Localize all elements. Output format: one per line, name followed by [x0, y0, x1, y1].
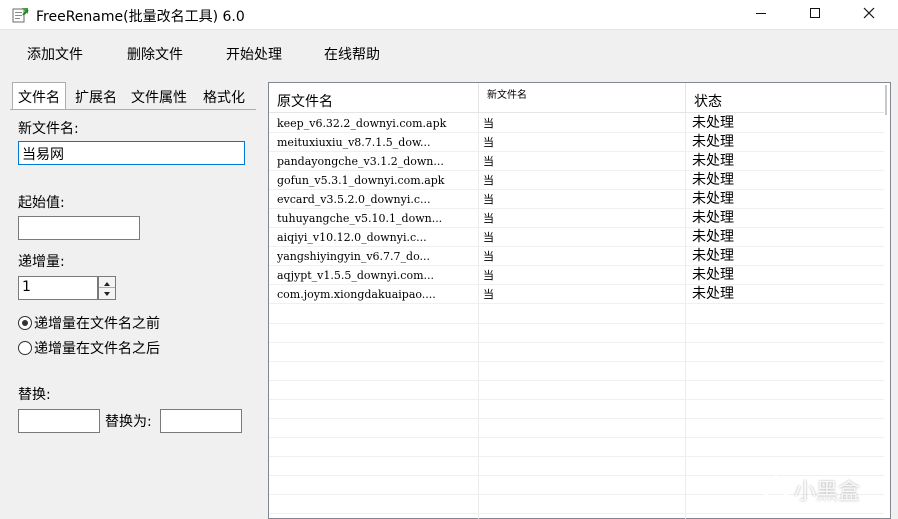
menu-delete-files[interactable]: 删除文件	[127, 44, 183, 64]
minimize-icon	[755, 7, 767, 23]
table-row[interactable]: aiqiyi_v10.12.0_downyi.c... 当 未处理	[269, 228, 884, 247]
grid-line	[269, 513, 884, 514]
replace-label: 替换:	[18, 387, 51, 403]
table-row[interactable]: com.joym.xiongdakuaipao.... 当 未处理	[269, 285, 884, 304]
cell-new: 当	[483, 155, 494, 168]
maximize-icon	[809, 7, 821, 23]
radio-before-label: 递增量在文件名之前	[34, 316, 160, 332]
table-row[interactable]: aqjypt_v1.5.5_downyi.com... 当 未处理	[269, 266, 884, 285]
start-value-label: 起始值:	[18, 195, 65, 211]
cell-original: com.joym.xiongdakuaipao....	[277, 288, 436, 301]
grid-line	[269, 380, 884, 381]
start-value-input[interactable]	[18, 216, 140, 240]
cell-new: 当	[483, 193, 494, 206]
scrollbar-thumb[interactable]	[885, 85, 887, 115]
cell-original: aiqiyi_v10.12.0_downyi.c...	[277, 231, 427, 244]
cell-original: yangshiyingyin_v6.7.7_do...	[277, 250, 430, 263]
cell-status: 未处理	[692, 229, 734, 245]
tab-filename[interactable]: 文件名	[12, 82, 66, 110]
radio-before-indicator[interactable]	[18, 316, 32, 330]
table-row[interactable]: pandayongche_v3.1.2_down... 当 未处理	[269, 152, 884, 171]
grid-line	[269, 399, 884, 400]
cell-status: 未处理	[692, 267, 734, 283]
cell-original: pandayongche_v3.1.2_down...	[277, 155, 444, 168]
table-row[interactable]: gofun_v5.3.1_downyi.com.apk 当 未处理	[269, 171, 884, 190]
grid-line	[269, 323, 884, 324]
cell-new: 当	[483, 250, 494, 263]
column-new-name[interactable]: 新文件名	[479, 83, 686, 113]
title-bar: FreeRename(批量改名工具) 6.0	[0, 0, 898, 30]
cell-status: 未处理	[692, 153, 734, 169]
cell-new: 当	[483, 174, 494, 187]
grid-line	[269, 361, 884, 362]
increment-spinner[interactable]	[98, 276, 116, 300]
file-list[interactable]: 原文件名 新文件名 状态 keep_v6.32.2_downyi.com.apk…	[268, 82, 891, 519]
tab-file-attributes[interactable]: 文件属性	[126, 85, 192, 109]
table-row[interactable]: keep_v6.32.2_downyi.com.apk 当 未处理	[269, 114, 884, 133]
new-name-input[interactable]: 当易网	[18, 141, 245, 165]
cell-new: 当	[483, 288, 494, 301]
cell-status: 未处理	[692, 134, 734, 150]
vertical-scrollbar[interactable]	[884, 83, 890, 518]
menu-add-files[interactable]: 添加文件	[27, 44, 83, 64]
replace-input[interactable]	[18, 409, 100, 433]
cell-original: meituxiuxiu_v8.7.1.5_dow...	[277, 136, 431, 149]
grid-line	[269, 342, 884, 343]
radio-after-indicator[interactable]	[18, 341, 32, 355]
watermark: 小黑盒	[762, 472, 882, 508]
app-window: FreeRename(批量改名工具) 6.0 添加文件 删除文件 开始处理 在线…	[0, 0, 898, 519]
menu-online-help[interactable]: 在线帮助	[324, 44, 380, 64]
xiaoheihe-logo-icon	[762, 474, 790, 506]
cell-status: 未处理	[692, 115, 734, 131]
replace-with-label: 替换为:	[105, 414, 152, 430]
cell-original: keep_v6.32.2_downyi.com.apk	[277, 117, 447, 130]
menu-bar: 添加文件 删除文件 开始处理 在线帮助	[0, 37, 898, 69]
new-name-label: 新文件名:	[18, 121, 79, 137]
cell-status: 未处理	[692, 191, 734, 207]
cell-original: tuhuyangche_v5.10.1_down...	[277, 212, 443, 225]
spin-up-icon[interactable]	[99, 277, 115, 288]
cell-new: 当	[483, 212, 494, 225]
column-original-name[interactable]: 原文件名	[269, 83, 479, 113]
increment-label: 递增量:	[18, 254, 65, 270]
list-header: 原文件名 新文件名 状态	[269, 83, 890, 113]
radio-increment-after[interactable]: 递增量在文件名之后	[18, 338, 160, 358]
cell-status: 未处理	[692, 248, 734, 264]
cell-status: 未处理	[692, 172, 734, 188]
grid-line	[269, 437, 884, 438]
replace-with-input[interactable]	[160, 409, 242, 433]
grid-line	[269, 418, 884, 419]
close-icon	[863, 7, 875, 23]
table-row[interactable]: tuhuyangche_v5.10.1_down... 当 未处理	[269, 209, 884, 228]
maximize-button[interactable]	[792, 0, 838, 30]
window-title: FreeRename(批量改名工具) 6.0	[36, 9, 245, 25]
tab-extension[interactable]: 扩展名	[70, 85, 122, 109]
cell-status: 未处理	[692, 210, 734, 226]
tab-content: 新文件名: 当易网 起始值: 递增量: 1 递增量在文件名之前 递增量在文件名之…	[10, 109, 256, 519]
cell-new: 当	[483, 136, 494, 149]
increment-input[interactable]: 1	[18, 276, 98, 300]
watermark-text: 小黑盒	[794, 480, 861, 505]
cell-status: 未处理	[692, 286, 734, 302]
table-row[interactable]: evcard_v3.5.2.0_downyi.c... 当 未处理	[269, 190, 884, 209]
minimize-button[interactable]	[738, 0, 784, 30]
cell-new: 当	[483, 117, 494, 130]
options-panel: 文件名 扩展名 文件属性 格式化 新文件名: 当易网 起始值: 递增量: 1 递…	[8, 80, 258, 519]
cell-new: 当	[483, 231, 494, 244]
cell-new: 当	[483, 269, 494, 282]
cell-original: gofun_v5.3.1_downyi.com.apk	[277, 174, 445, 187]
radio-after-label: 递增量在文件名之后	[34, 341, 160, 357]
app-rename-icon	[12, 7, 29, 23]
radio-increment-before[interactable]: 递增量在文件名之前	[18, 313, 160, 333]
cell-original: evcard_v3.5.2.0_downyi.c...	[277, 193, 431, 206]
spin-down-icon[interactable]	[99, 288, 115, 299]
grid-line	[269, 456, 884, 457]
menu-start-process[interactable]: 开始处理	[226, 44, 282, 64]
column-status[interactable]: 状态	[686, 83, 884, 113]
table-row[interactable]: yangshiyingyin_v6.7.7_do... 当 未处理	[269, 247, 884, 266]
tab-format[interactable]: 格式化	[198, 85, 250, 109]
close-button[interactable]	[846, 0, 892, 30]
table-row[interactable]: meituxiuxiu_v8.7.1.5_dow... 当 未处理	[269, 133, 884, 152]
cell-original: aqjypt_v1.5.5_downyi.com...	[277, 269, 434, 282]
